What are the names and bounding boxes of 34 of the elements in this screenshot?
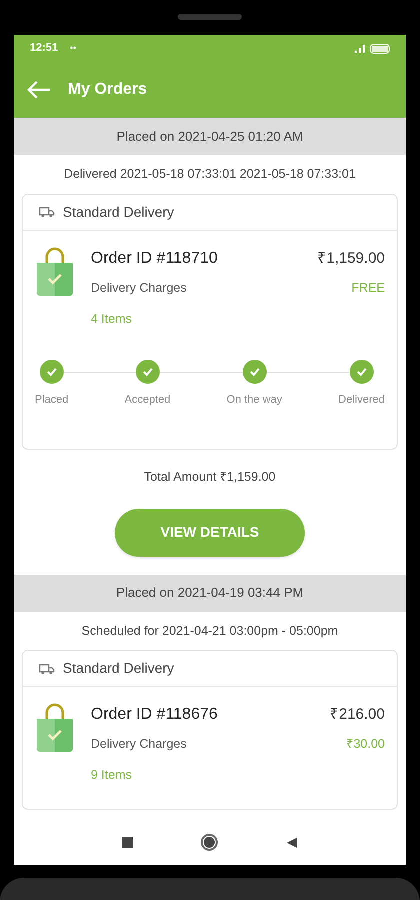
back-button[interactable] [286,836,298,848]
order-id: Order ID #118710 [91,248,218,269]
truck-icon [39,662,55,675]
placed-date-banner: Placed on 2021-04-25 01:20 AM [14,118,406,155]
view-details-button[interactable]: VIEW DETAILS [115,508,305,556]
total-amount: Total Amount ₹1,159.00 [143,468,277,486]
notification-dots: •• [70,42,76,55]
order-id: Order ID #118676 [91,705,218,726]
items-count[interactable]: 4 Items [91,310,132,328]
items-count[interactable]: 9 Items [91,766,132,785]
delivery-charges-label: Delivery Charges [91,280,187,297]
delivery-charges-label: Delivery Charges [91,736,187,754]
order-status-text: Scheduled for 2021-04-21 03:00pm - 05:00pm [80,622,340,640]
placed-date-banner: Placed on 2021-04-19 03:44 PM [14,574,406,612]
shopping-bag-icon [35,246,75,297]
signal-icon [354,44,366,54]
step-label: Placed [35,393,69,408]
delivery-type: Standard Delivery [63,202,174,222]
shopping-bag-icon [35,703,75,754]
order-amount: ₹216.00 [330,705,385,725]
step-label: Accepted [124,393,171,408]
home-button[interactable] [201,834,218,851]
delivery-charges-value: ₹30.00 [346,736,385,754]
truck-icon [39,206,55,218]
app-bar-title: My Orders [68,80,148,100]
status-time: 12:51 [30,41,58,56]
speaker-grille [178,14,242,20]
delivery-type: Standard Delivery [63,659,174,678]
delivery-charges-value: FREE [352,280,385,297]
step-label: On the way [226,393,282,408]
battery-icon [370,44,390,54]
step-label: Delivered [338,393,385,408]
order-amount: ₹1,159.00 [318,248,385,268]
order-status-text: Delivered 2021-05-18 07:33:01 2021-05-18 07:33:01 [63,166,357,183]
